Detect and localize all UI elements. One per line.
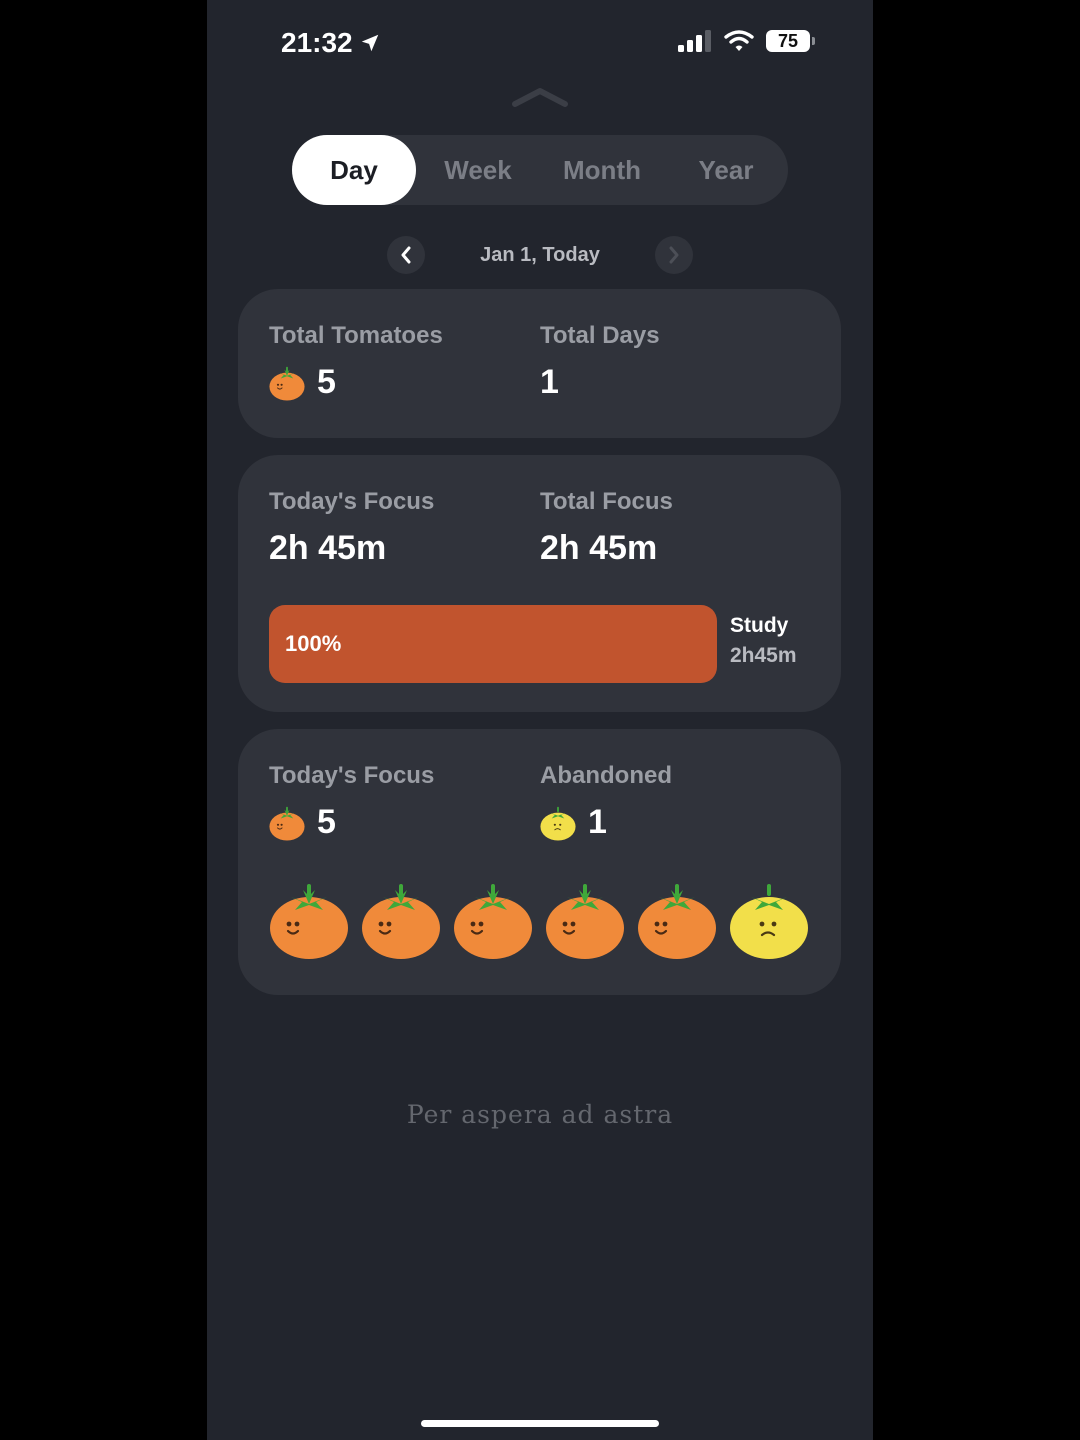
todays-focus-count: 5 (317, 803, 336, 841)
status-indicators: 75 (678, 30, 815, 52)
motto-text: Per aspera ad astra (406, 1100, 674, 1129)
current-date-label: Jan 1, Today (480, 244, 600, 266)
tomato-icon (269, 805, 305, 841)
total-focus-label: Total Focus (540, 488, 673, 515)
tomato-icon[interactable] (269, 877, 349, 963)
battery-indicator: 75 (766, 30, 815, 52)
tomato-icon (269, 365, 305, 401)
focus-category-name: Study (730, 614, 789, 637)
wifi-icon (724, 30, 754, 51)
date-navigation: Jan 1, Today (387, 236, 693, 274)
tomato-icon[interactable] (637, 877, 717, 963)
status-time-text: 21:32 (281, 27, 353, 58)
total-tomatoes-value: 5 (269, 363, 336, 402)
focus-category-legend: Study 2h45m (730, 611, 797, 671)
focus-category-bar-fill: 100% (269, 605, 717, 683)
summary-card: Total Tomatoes 5 Total Days 1 (238, 289, 841, 438)
tomato-icon[interactable] (545, 877, 625, 963)
sad-tomato-icon (540, 805, 576, 841)
focus-category-bar[interactable]: 100% (269, 605, 717, 683)
status-time: 21:32 (281, 27, 381, 59)
total-days-count: 1 (540, 363, 559, 401)
tomato-icon[interactable] (361, 877, 441, 963)
focus-category-duration: 2h45m (730, 644, 797, 667)
location-arrow-icon (361, 34, 378, 52)
tab-month[interactable]: Month (540, 135, 664, 205)
home-indicator[interactable] (421, 1420, 659, 1427)
previous-date-button[interactable] (387, 236, 425, 274)
todays-focus-value: 2h 45m (269, 529, 387, 567)
chevron-right-icon (669, 246, 679, 264)
sad-tomato-icon[interactable] (729, 877, 809, 963)
tomato-record-card: Today's Focus 5 Abandoned 1 (238, 729, 841, 995)
tab-week[interactable]: Week (416, 135, 540, 205)
focus-percent-label: 100% (285, 631, 342, 656)
todays-focus-count-label: Today's Focus (269, 762, 435, 789)
focus-time-card: Today's Focus 2h 45m Total Focus 2h 45m … (238, 455, 841, 712)
phone-screen: 21:32 75 Day Week Month Year Jan 1, Toda… (207, 0, 873, 1440)
next-date-button[interactable] (655, 236, 693, 274)
todays-focus-count-value: 5 (269, 803, 336, 842)
chevron-left-icon (401, 246, 411, 264)
battery-cap (812, 37, 815, 45)
total-days-label: Total Days (540, 322, 660, 349)
tomato-history-row (269, 877, 809, 963)
total-tomatoes-count: 5 (317, 363, 336, 401)
total-days-value: 1 (540, 363, 559, 402)
signal-bars-icon (678, 30, 711, 52)
tab-day[interactable]: Day (292, 135, 416, 205)
abandoned-value: 1 (540, 803, 607, 842)
battery-level: 75 (766, 30, 810, 52)
period-tabs: Day Week Month Year (292, 135, 788, 205)
tomato-icon[interactable] (453, 877, 533, 963)
chevron-up-icon[interactable] (511, 86, 569, 108)
abandoned-count: 1 (588, 803, 607, 841)
abandoned-label: Abandoned (540, 762, 672, 789)
tab-year[interactable]: Year (664, 135, 788, 205)
todays-focus-label: Today's Focus (269, 488, 435, 515)
total-focus-value: 2h 45m (540, 529, 658, 567)
total-tomatoes-label: Total Tomatoes (269, 322, 443, 349)
